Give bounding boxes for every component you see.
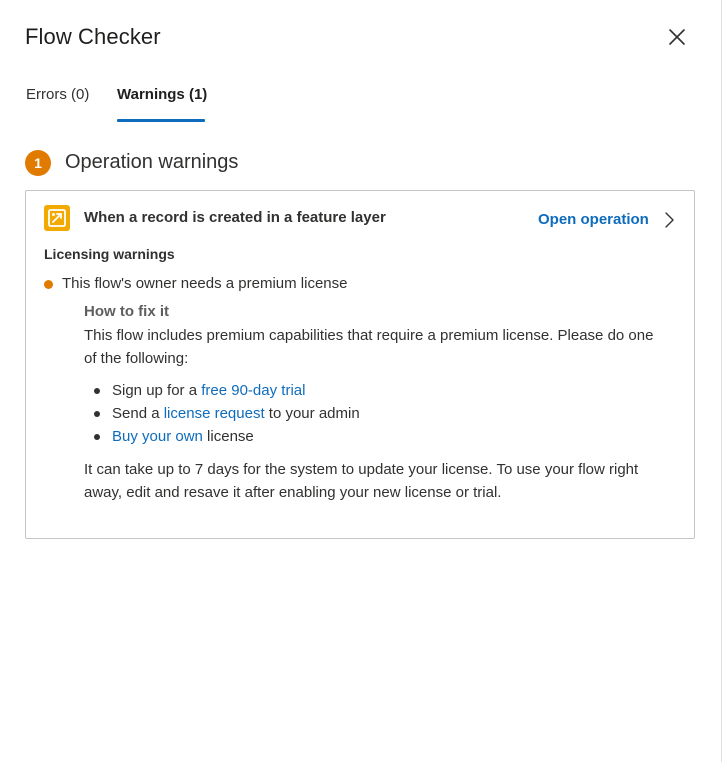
license-request-link[interactable]: license request <box>164 405 265 422</box>
license-update-note: It can take up to 7 days for the system … <box>84 461 639 501</box>
buy-license-link[interactable]: Buy your own <box>112 428 203 445</box>
how-to-fix-description: This flow includes premium capabilities … <box>84 327 654 367</box>
option-text: license <box>202 428 254 445</box>
list-item: Send a license request to your admin <box>84 402 360 425</box>
close-icon <box>669 29 685 45</box>
option-text: Sign up for a <box>112 382 202 399</box>
operation-warning-card: When a record is created in a feature la… <box>25 190 695 539</box>
tab-errors[interactable]: Errors (0) <box>26 86 89 113</box>
warning-bullet-icon <box>44 280 53 289</box>
license-warning-text: This flow's owner needs a premium licens… <box>62 275 348 292</box>
licensing-warnings-heading: Licensing warnings <box>44 246 175 262</box>
close-button[interactable] <box>664 24 690 50</box>
list-item: Sign up for a free 90-day trial <box>84 379 360 402</box>
open-operation-chevron[interactable] <box>662 210 676 230</box>
warning-count-badge: 1 <box>25 150 51 176</box>
option-text: to your admin <box>264 405 360 422</box>
operation-title: When a record is created in a feature la… <box>84 209 386 226</box>
arcgis-connector-icon <box>44 205 70 231</box>
flow-checker-panel: Flow Checker Errors (0) Warnings (1) 1 O… <box>0 0 722 762</box>
fix-options-list: Sign up for a free 90-day trial Send a l… <box>84 379 360 448</box>
list-item: Buy your own license <box>84 425 360 448</box>
option-text: Send a <box>112 405 164 422</box>
section-title: Operation warnings <box>65 151 239 173</box>
panel-title: Flow Checker <box>25 24 161 49</box>
open-operation-link[interactable]: Open operation <box>538 211 649 228</box>
free-trial-link[interactable]: free 90-day trial <box>201 382 305 399</box>
tab-warnings[interactable]: Warnings (1) <box>117 86 207 113</box>
active-tab-indicator <box>117 119 205 122</box>
chevron-right-icon <box>665 212 674 228</box>
how-to-fix-heading: How to fix it <box>84 303 169 320</box>
